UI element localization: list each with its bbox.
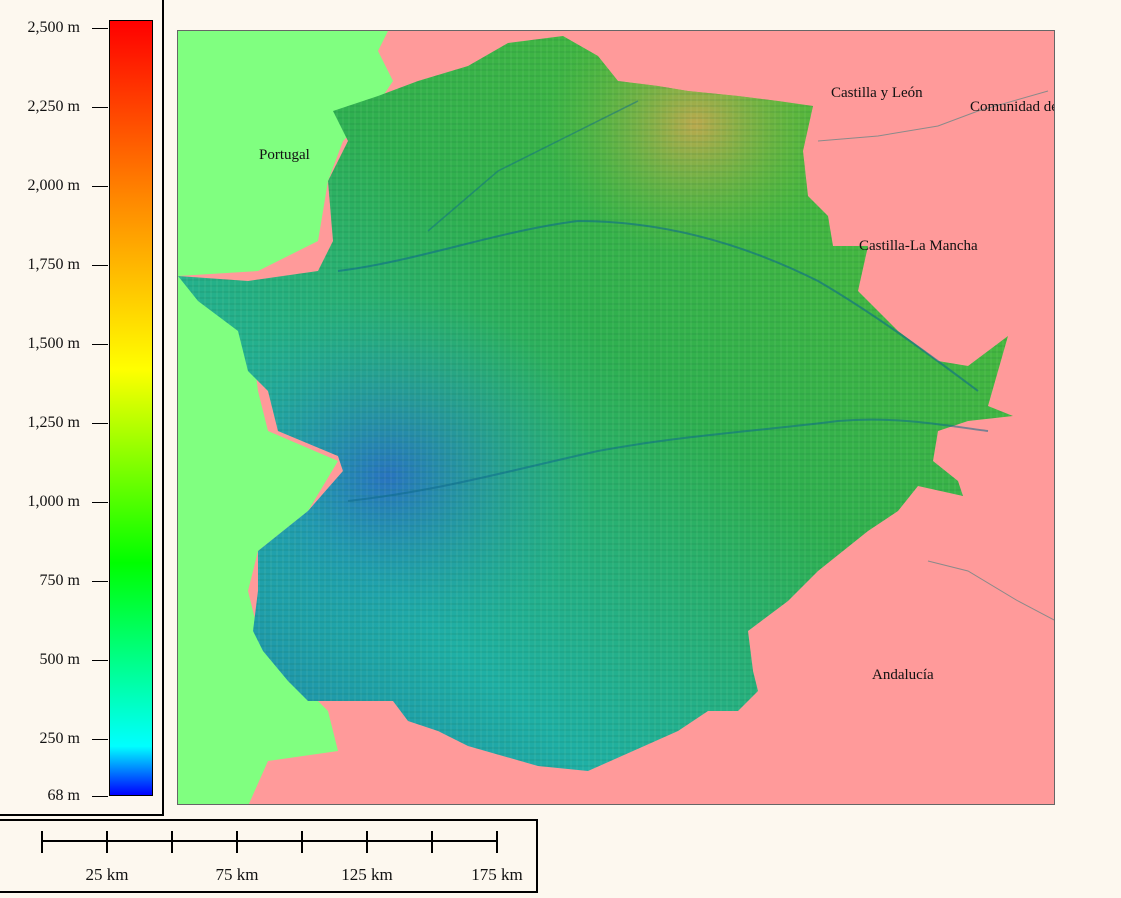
label-andalucia: Andalucía [872, 667, 934, 683]
legend-tick-mark [92, 659, 108, 661]
scale-bar: 25 km 75 km 125 km 175 km [0, 819, 538, 893]
legend-tick-label: 2,000 m [27, 176, 80, 194]
legend-tick-mark [92, 106, 108, 108]
legend-tick-mark [92, 580, 108, 582]
legend-tick-label: 2,500 m [27, 19, 80, 36]
legend-tick-label: 1,000 m [27, 492, 80, 510]
label-castilla-la-mancha: Castilla-La Mancha [859, 238, 978, 254]
scale-bar-label: 125 km [341, 865, 393, 884]
elevation-legend: 2,500 m 2,250 m 2,000 m 1,750 m 1,500 m 1,250… [0, 0, 164, 816]
legend-tick-label: 1,500 m [27, 334, 80, 352]
legend-tick-mark [92, 501, 108, 503]
legend-tick-label: 2,250 m [27, 97, 80, 115]
legend-tick-label: 1,750 m [27, 255, 80, 273]
legend-tick-label: 1,250 m [27, 413, 80, 431]
label-portugal: Portugal [259, 147, 310, 163]
elevation-colorbar [109, 20, 153, 796]
legend-tick-mark [92, 738, 108, 740]
map-frame[interactable]: Portugal Castilla y León Comunidad de Ma… [177, 30, 1055, 805]
castilla-la-mancha-andalucia-border [927, 560, 1054, 621]
label-castilla-leon: Castilla y León [831, 85, 923, 101]
legend-tick-mark [92, 796, 108, 797]
legend-tick-mark [92, 343, 108, 345]
legend-tick-mark [92, 264, 108, 266]
legend-tick-label: 750 m [39, 571, 80, 589]
legend-tick-mark [92, 28, 108, 29]
legend-tick-label: 68 m [47, 787, 80, 804]
legend-tick-label: 250 m [39, 729, 80, 747]
scale-bar-label: 175 km [471, 865, 523, 884]
label-madrid: Comunidad de Madrid [970, 99, 1054, 115]
scale-bar-label: 75 km [215, 865, 259, 884]
scale-bar-label: 25 km [85, 865, 129, 884]
legend-tick-mark [92, 185, 108, 187]
legend-tick-mark [92, 422, 108, 424]
legend-tick-label: 500 m [39, 650, 80, 668]
